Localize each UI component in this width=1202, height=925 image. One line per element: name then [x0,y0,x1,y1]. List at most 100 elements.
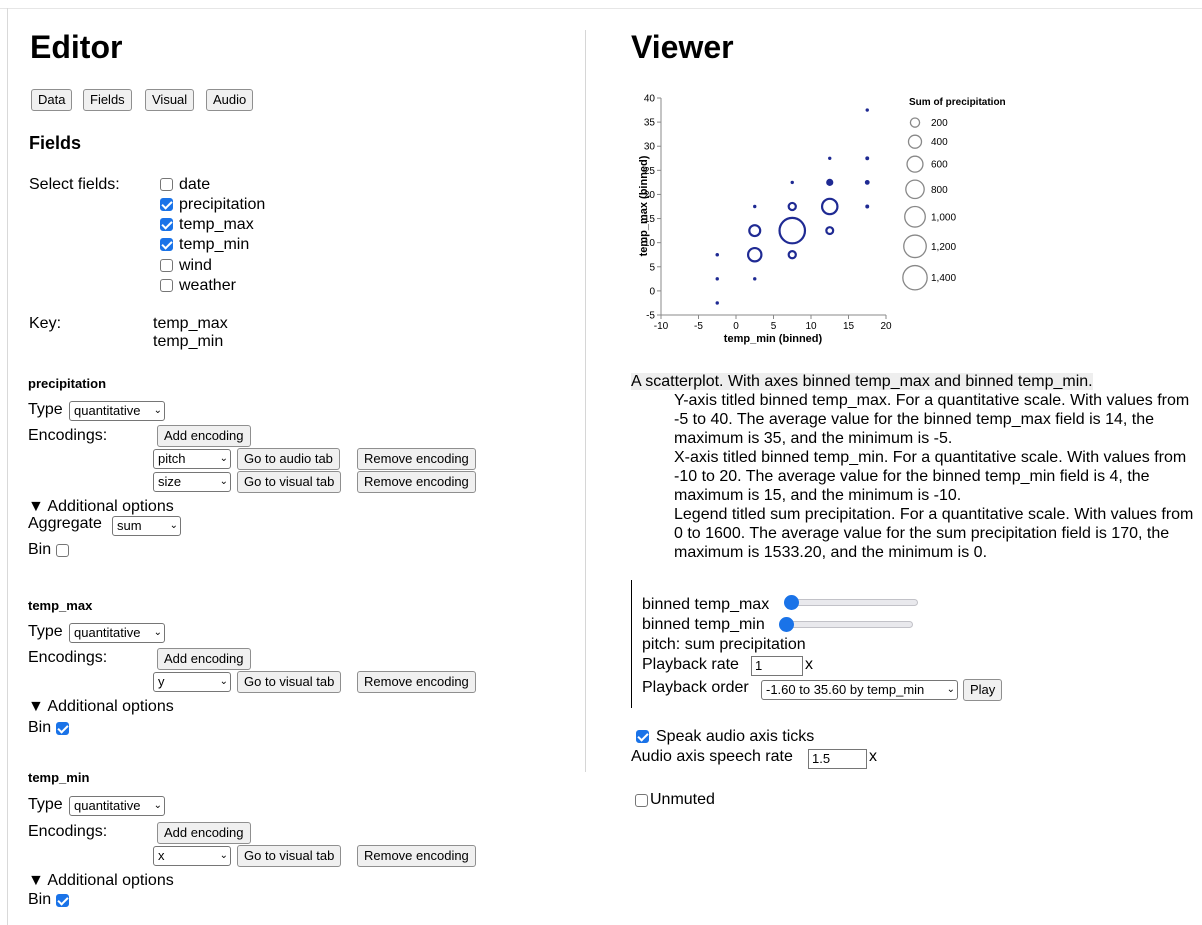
data-point [787,250,797,260]
chevron-down-icon: ⌄ [219,850,228,861]
field-label-date: date [179,176,211,193]
remove-encoding-button[interactable]: Remove encoding [357,448,476,470]
bin-checkbox-temp-max[interactable] [56,722,69,735]
slider-label-temp-max: binned temp_max [642,596,770,613]
x-axis-title: temp_min (binned) [724,333,823,345]
data-point [746,246,763,263]
go-to-visual-tab-button[interactable]: Go to visual tab [237,845,342,867]
pitch-label: pitch: sum precipitation [642,636,806,653]
slider-thumb-temp-min[interactable] [779,617,794,632]
bin-checkbox-precipitation[interactable] [56,544,69,557]
data-point [826,178,834,186]
tab-audio[interactable]: Audio [206,89,254,111]
legend-title: Sum of precipitation [909,97,1006,108]
go-to-visual-tab-button[interactable]: Go to visual tab [237,471,342,493]
encodings-label: Encodings: [28,649,108,666]
encodings-label: Encodings: [28,823,108,840]
x-axis: -10 -5 0 5 10 15 20 [654,315,892,332]
y-tick-label: 40 [644,94,656,105]
go-to-visual-tab-button[interactable]: Go to visual tab [237,671,342,693]
aggregate-label: Aggregate [28,515,102,532]
remove-encoding-button[interactable]: Remove encoding [357,845,476,867]
field-config-title-precipitation: precipitation [28,376,107,391]
legend-label: 400 [931,137,948,148]
speech-rate-label: Audio axis speech rate [631,748,793,765]
additional-options-toggle[interactable]: ▼ Additional options [28,697,174,717]
playback-order-select[interactable]: -1.60 to 35.60 by temp_min ⌄ [761,680,958,700]
field-label-precipitation: precipitation [179,196,266,213]
chevron-down-icon: ⌄ [219,676,228,687]
viewer-title: Viewer [631,29,734,65]
key-label: Key: [29,315,62,332]
field-checkbox-weather[interactable] [160,279,173,292]
slider-label-temp-min: binned temp_min [642,616,765,633]
field-checkbox-temp-min[interactable] [160,238,173,251]
play-button[interactable]: Play [963,679,1003,701]
data-point [864,179,870,185]
field-checkbox-wind[interactable] [160,259,173,272]
legend-label: 1,200 [931,242,956,253]
field-checkbox-date[interactable] [160,178,173,191]
speech-rate-input[interactable]: 1.5 [808,749,867,769]
x-tick-label: 5 [771,321,777,332]
encoding-channel-select[interactable]: size ⌄ [153,472,231,492]
legend-label: 800 [931,185,948,196]
type-label: Type [28,401,63,418]
y-tick-label: 35 [644,118,656,129]
data-point [715,301,719,305]
chevron-down-icon: ⌄ [153,800,162,811]
field-label-temp-max: temp_max [179,216,254,233]
tab-visual[interactable]: Visual [145,89,195,111]
speak-ticks-checkbox[interactable] [636,730,649,743]
tab-fields[interactable]: Fields [83,89,132,111]
encodings-label: Encodings: [28,427,108,444]
data-point [865,204,870,209]
legend-label: 1,400 [931,273,956,284]
legend-symbol [903,234,927,259]
tab-data[interactable]: Data [31,89,73,111]
legend-symbol [909,117,921,128]
field-label-weather: weather [179,277,236,294]
go-to-audio-tab-button[interactable]: Go to audio tab [237,448,340,470]
remove-encoding-button[interactable]: Remove encoding [357,671,476,693]
slider-temp-min[interactable] [781,621,913,628]
data-point [715,277,719,281]
field-checkbox-temp-max[interactable] [160,218,173,231]
chevron-down-icon: ⌄ [946,684,955,695]
legend-label: 1,000 [931,212,956,223]
y-tick-label: 30 [644,142,656,153]
add-encoding-button[interactable]: Add encoding [157,425,251,447]
field-config-title-temp-min: temp_min [28,770,90,785]
unmuted-label: Unmuted [650,791,715,808]
field-checkbox-precipitation[interactable] [160,198,173,211]
encoding-channel-select[interactable]: pitch ⌄ [153,449,231,469]
description-y-axis: Y-axis titled binned temp_max. For a qua… [674,392,1190,447]
slider-temp-max[interactable] [786,599,918,606]
slider-thumb-temp-max[interactable] [784,595,799,610]
additional-options-toggle[interactable]: ▼ Additional options [28,871,174,891]
data-point [825,226,835,236]
add-encoding-button[interactable]: Add encoding [157,648,251,670]
remove-encoding-button[interactable]: Remove encoding [357,471,476,493]
type-select-precipitation[interactable]: quantitative ⌄ [69,401,165,421]
left-border [7,8,8,925]
encoding-channel-select[interactable]: y ⌄ [153,672,231,692]
aggregate-select[interactable]: sum ⌄ [112,516,181,536]
playback-rate-label: Playback rate [642,656,739,673]
legend-label: 600 [931,160,948,171]
encoding-channel-select[interactable]: x ⌄ [153,846,231,866]
bin-checkbox-temp-min[interactable] [56,894,69,907]
legend-symbol [907,134,923,149]
description-legend: Legend titled sum precipitation. For a q… [674,506,1194,561]
fields-heading: Fields [29,133,82,153]
type-select-temp-max[interactable]: quantitative ⌄ [69,623,165,643]
x-tick-label: -10 [654,321,669,332]
chevron-down-icon: ⌄ [153,405,162,416]
unmuted-checkbox[interactable] [635,794,648,807]
playback-rate-input[interactable]: 1 [751,656,803,676]
data-point [787,201,797,212]
type-select-temp-min[interactable]: quantitative ⌄ [69,796,165,816]
field-config-title-temp-max: temp_max [28,598,93,613]
add-encoding-button[interactable]: Add encoding [157,822,251,844]
scatter-chart: -50510152025303540 -10 -5 0 5 10 15 20 temp_mi… [638,94,1006,346]
